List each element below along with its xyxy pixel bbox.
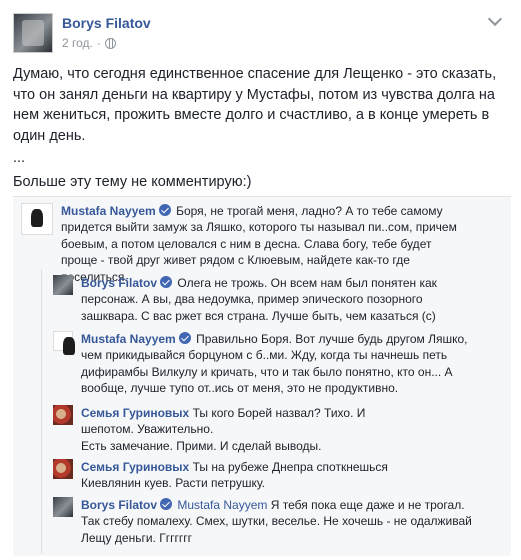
avatar[interactable] bbox=[53, 275, 73, 295]
post-author-link[interactable]: Borys Filatov bbox=[62, 15, 151, 31]
comment-body: Borys Filatov Олега не трожь. Он всем на… bbox=[81, 275, 468, 324]
comment-author-link[interactable]: Mustafa Nayyem bbox=[61, 204, 156, 218]
mention-link[interactable]: Mustafa Nayyem bbox=[177, 498, 267, 512]
verified-badge-icon bbox=[178, 332, 191, 344]
comment-text: Есть замечание. Прими. И сделай выводы. bbox=[81, 438, 322, 453]
avatar[interactable] bbox=[53, 405, 73, 425]
verified-badge-icon bbox=[160, 498, 173, 510]
comment-author-link[interactable]: Семья Гуриновых bbox=[81, 406, 189, 420]
avatar[interactable] bbox=[53, 459, 73, 479]
comment-body: Mustafa Nayyem Правильно Боря. Вот лучше… bbox=[81, 331, 473, 397]
comment: Mustafa Nayyem Боря, не трогай меня, лад… bbox=[21, 203, 471, 285]
comment-reply: Borys Filatov Mustafa Nayyem Я тебя пока… bbox=[53, 497, 473, 546]
post-paragraph: Думаю, что сегодня единственное спасение… bbox=[13, 66, 497, 144]
meta-separator: · bbox=[96, 36, 101, 50]
comment-reply: Семья Гуриновых Ты на рубеже Днепра спот… bbox=[53, 459, 423, 492]
comments-section: Mustafa Nayyem Боря, не трогай меня, лад… bbox=[13, 196, 511, 556]
post-paragraph: ... bbox=[13, 150, 26, 166]
comment-reply: Borys Filatov Олега не трожь. Он всем на… bbox=[53, 275, 468, 324]
comment-body: Семья Гуриновых Ты на рубеже Днепра спот… bbox=[81, 459, 423, 492]
comment-body: Семья Гуриновых Ты кого Борей назвал? Ти… bbox=[81, 405, 413, 454]
avatar[interactable] bbox=[13, 13, 53, 53]
post-card: Borys Filatov 2 год. · Думаю, что сегодн… bbox=[0, 0, 521, 560]
comment-author-link[interactable]: Семья Гуриновых bbox=[81, 460, 189, 474]
verified-badge-icon bbox=[160, 276, 173, 288]
comment-author-link[interactable]: Borys Filatov bbox=[81, 276, 157, 290]
post-body: Думаю, что сегодня единственное спасение… bbox=[13, 64, 508, 192]
verified-badge-icon bbox=[158, 204, 171, 216]
chevron-down-icon[interactable] bbox=[487, 13, 503, 29]
comment-body: Borys Filatov Mustafa Nayyem Я тебя пока… bbox=[81, 497, 473, 546]
comment-author-link[interactable]: Borys Filatov bbox=[81, 498, 157, 512]
avatar[interactable] bbox=[53, 331, 75, 355]
avatar[interactable] bbox=[53, 497, 73, 517]
reply-thread-line bbox=[41, 269, 42, 554]
avatar[interactable] bbox=[21, 203, 53, 235]
comment-reply: Mustafa Nayyem Правильно Боря. Вот лучше… bbox=[53, 331, 473, 397]
post-timestamp[interactable]: 2 год. bbox=[62, 36, 93, 50]
post-paragraph: Больше эту тему не комментирую:) bbox=[13, 173, 252, 190]
globe-icon bbox=[104, 37, 116, 49]
post-meta: 2 год. · bbox=[62, 36, 116, 50]
comment-body: Mustafa Nayyem Боря, не трогай меня, лад… bbox=[61, 203, 471, 285]
post-header: Borys Filatov 2 год. · bbox=[13, 11, 511, 55]
comment-reply: Семья Гуриновых Ты кого Борей назвал? Ти… bbox=[53, 405, 413, 454]
comment-author-link[interactable]: Mustafa Nayyem bbox=[81, 332, 176, 346]
